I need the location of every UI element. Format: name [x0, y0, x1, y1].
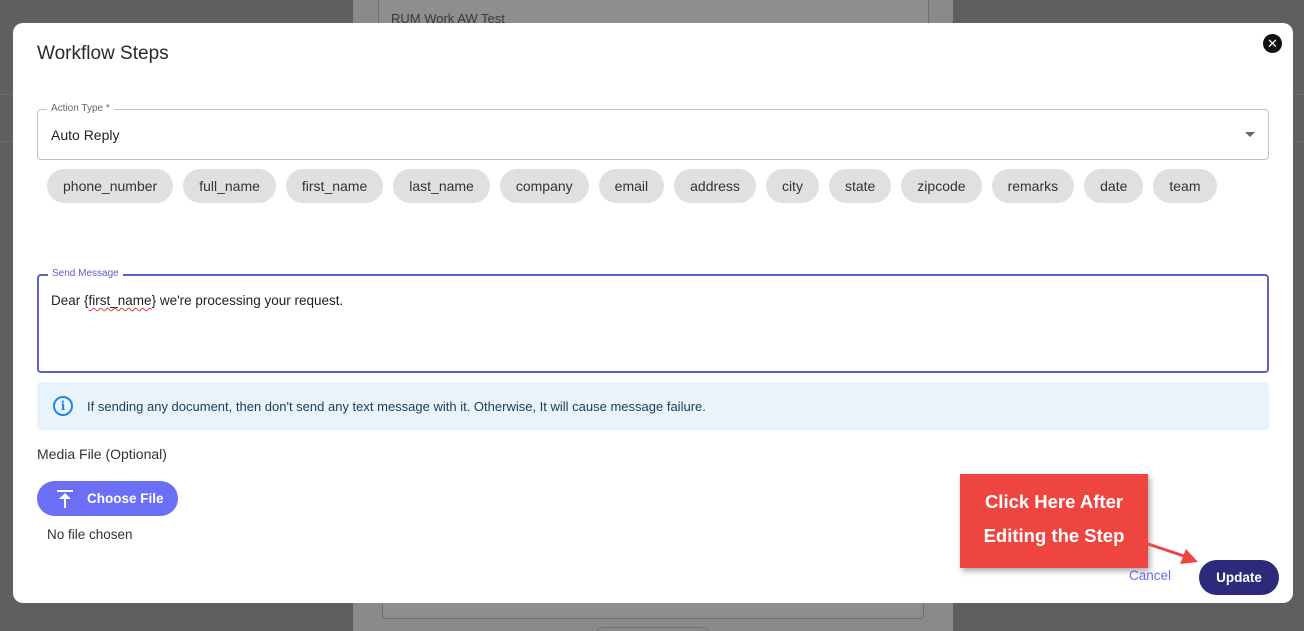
background-divider-right — [1292, 94, 1304, 142]
media-file-label: Media File (Optional) — [37, 446, 167, 462]
info-alert-text: If sending any document, then don't send… — [87, 398, 706, 414]
send-message-text: Dear {first_name} we're processing your … — [51, 293, 343, 308]
chevron-down-icon[interactable] — [1245, 132, 1255, 137]
choose-file-button[interactable]: Choose File — [37, 481, 178, 516]
chip-remarks[interactable]: remarks — [991, 169, 1075, 203]
file-status: No file chosen — [47, 527, 133, 542]
send-message-textarea[interactable]: Send Message Dear {first_name} we're pro… — [37, 268, 1269, 373]
message-variable: first_name — [88, 293, 152, 308]
background-divider-left — [0, 94, 14, 142]
chip-zipcode[interactable]: zipcode — [901, 169, 982, 203]
message-prefix: Dear { — [51, 293, 89, 308]
send-message-label: Send Message — [48, 268, 123, 280]
chip-email[interactable]: email — [598, 169, 665, 203]
modal-title: Workflow Steps — [37, 43, 169, 64]
annotation-line-1: Click Here After — [984, 491, 1124, 512]
upload-icon — [57, 489, 73, 508]
message-suffix: } we're processing your request. — [151, 293, 344, 308]
action-type-value: Auto Reply — [51, 127, 120, 143]
annotation-callout: Click Here After Editing the Step — [960, 474, 1148, 568]
close-icon[interactable]: ✕ — [1263, 34, 1282, 53]
chip-city[interactable]: city — [765, 169, 819, 203]
info-icon: i — [53, 396, 73, 416]
chip-state[interactable]: state — [828, 169, 892, 203]
chip-phone-number[interactable]: phone_number — [47, 169, 174, 203]
chip-full-name[interactable]: full_name — [183, 169, 276, 203]
info-alert: i If sending any document, then don't se… — [37, 382, 1269, 430]
chip-first-name[interactable]: first_name — [285, 169, 384, 203]
choose-file-label: Choose File — [87, 491, 164, 506]
chip-address[interactable]: address — [674, 169, 756, 203]
chip-last-name[interactable]: last_name — [393, 169, 490, 203]
action-type-label: Action Type * — [47, 103, 114, 115]
variable-chips: phone_number full_name first_name last_n… — [47, 169, 1267, 203]
chip-date[interactable]: date — [1084, 169, 1144, 203]
background-button — [594, 627, 712, 631]
annotation-arrow-icon — [1147, 542, 1198, 564]
action-type-select[interactable]: Action Type * Auto Reply — [37, 103, 1269, 160]
cancel-button[interactable]: Cancel — [1129, 568, 1171, 583]
update-button[interactable]: Update — [1199, 560, 1279, 595]
chip-team[interactable]: team — [1153, 169, 1217, 203]
annotation-line-2: Editing the Step — [983, 525, 1125, 546]
chip-company[interactable]: company — [499, 169, 589, 203]
